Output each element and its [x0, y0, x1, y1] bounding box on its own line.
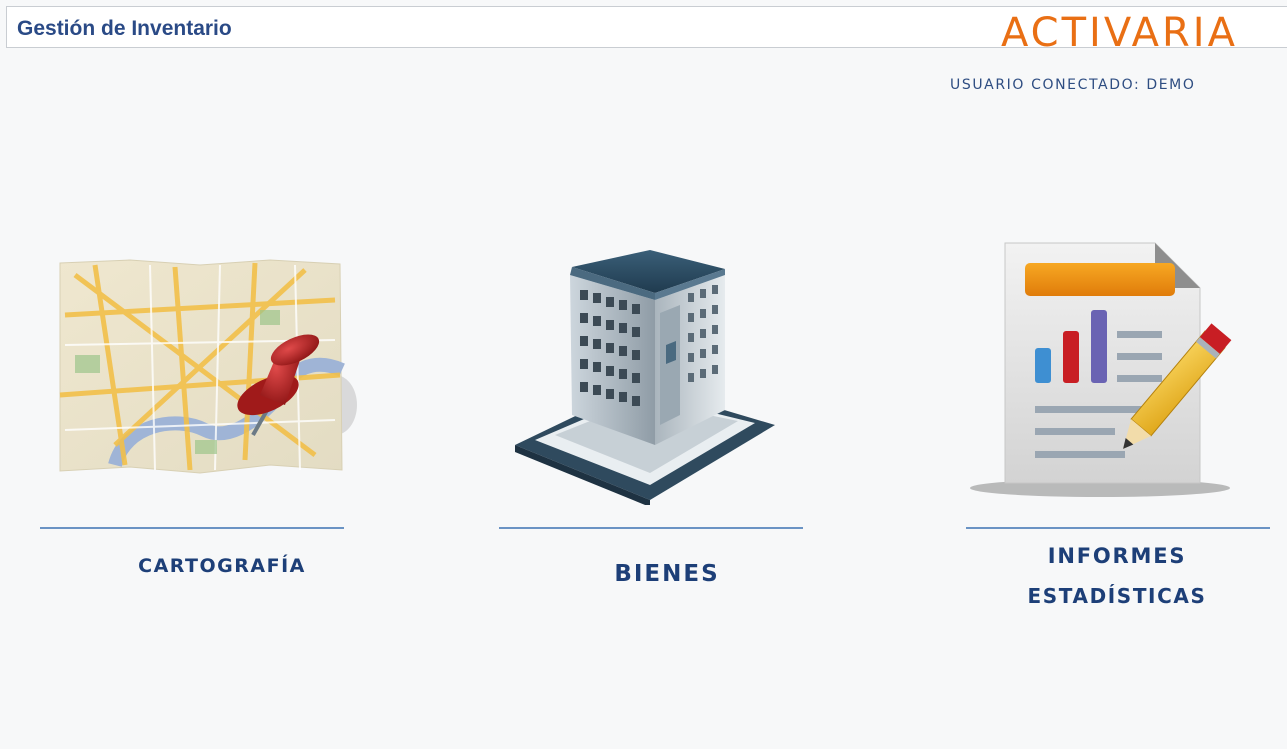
divider — [499, 527, 803, 529]
report-chart-icon — [970, 242, 1232, 497]
header-bar: Gestión de Inventario ACTIVARIA — [6, 6, 1287, 54]
brand-logo: ACTIVARIA — [1001, 10, 1238, 56]
module-label: CARTOGRAFÍA — [138, 555, 306, 577]
module-cartografia[interactable]: CARTOGRAFÍA — [0, 230, 380, 610]
divider — [40, 527, 344, 529]
building-icon — [515, 250, 775, 505]
module-label-line1: Informes — [1047, 544, 1187, 568]
module-informes-estadisticas[interactable]: Informes estadísticas — [950, 230, 1280, 610]
module-bienes[interactable]: BIENES — [480, 230, 840, 610]
app-title: Gestión de Inventario — [17, 17, 232, 40]
map-pin-icon — [59, 259, 357, 474]
module-label-line2: estadísticas — [1027, 584, 1207, 608]
module-label: BIENES — [614, 561, 720, 587]
connected-user: USUARIO CONECTADO: DEMO — [950, 77, 1196, 93]
divider — [966, 527, 1270, 529]
